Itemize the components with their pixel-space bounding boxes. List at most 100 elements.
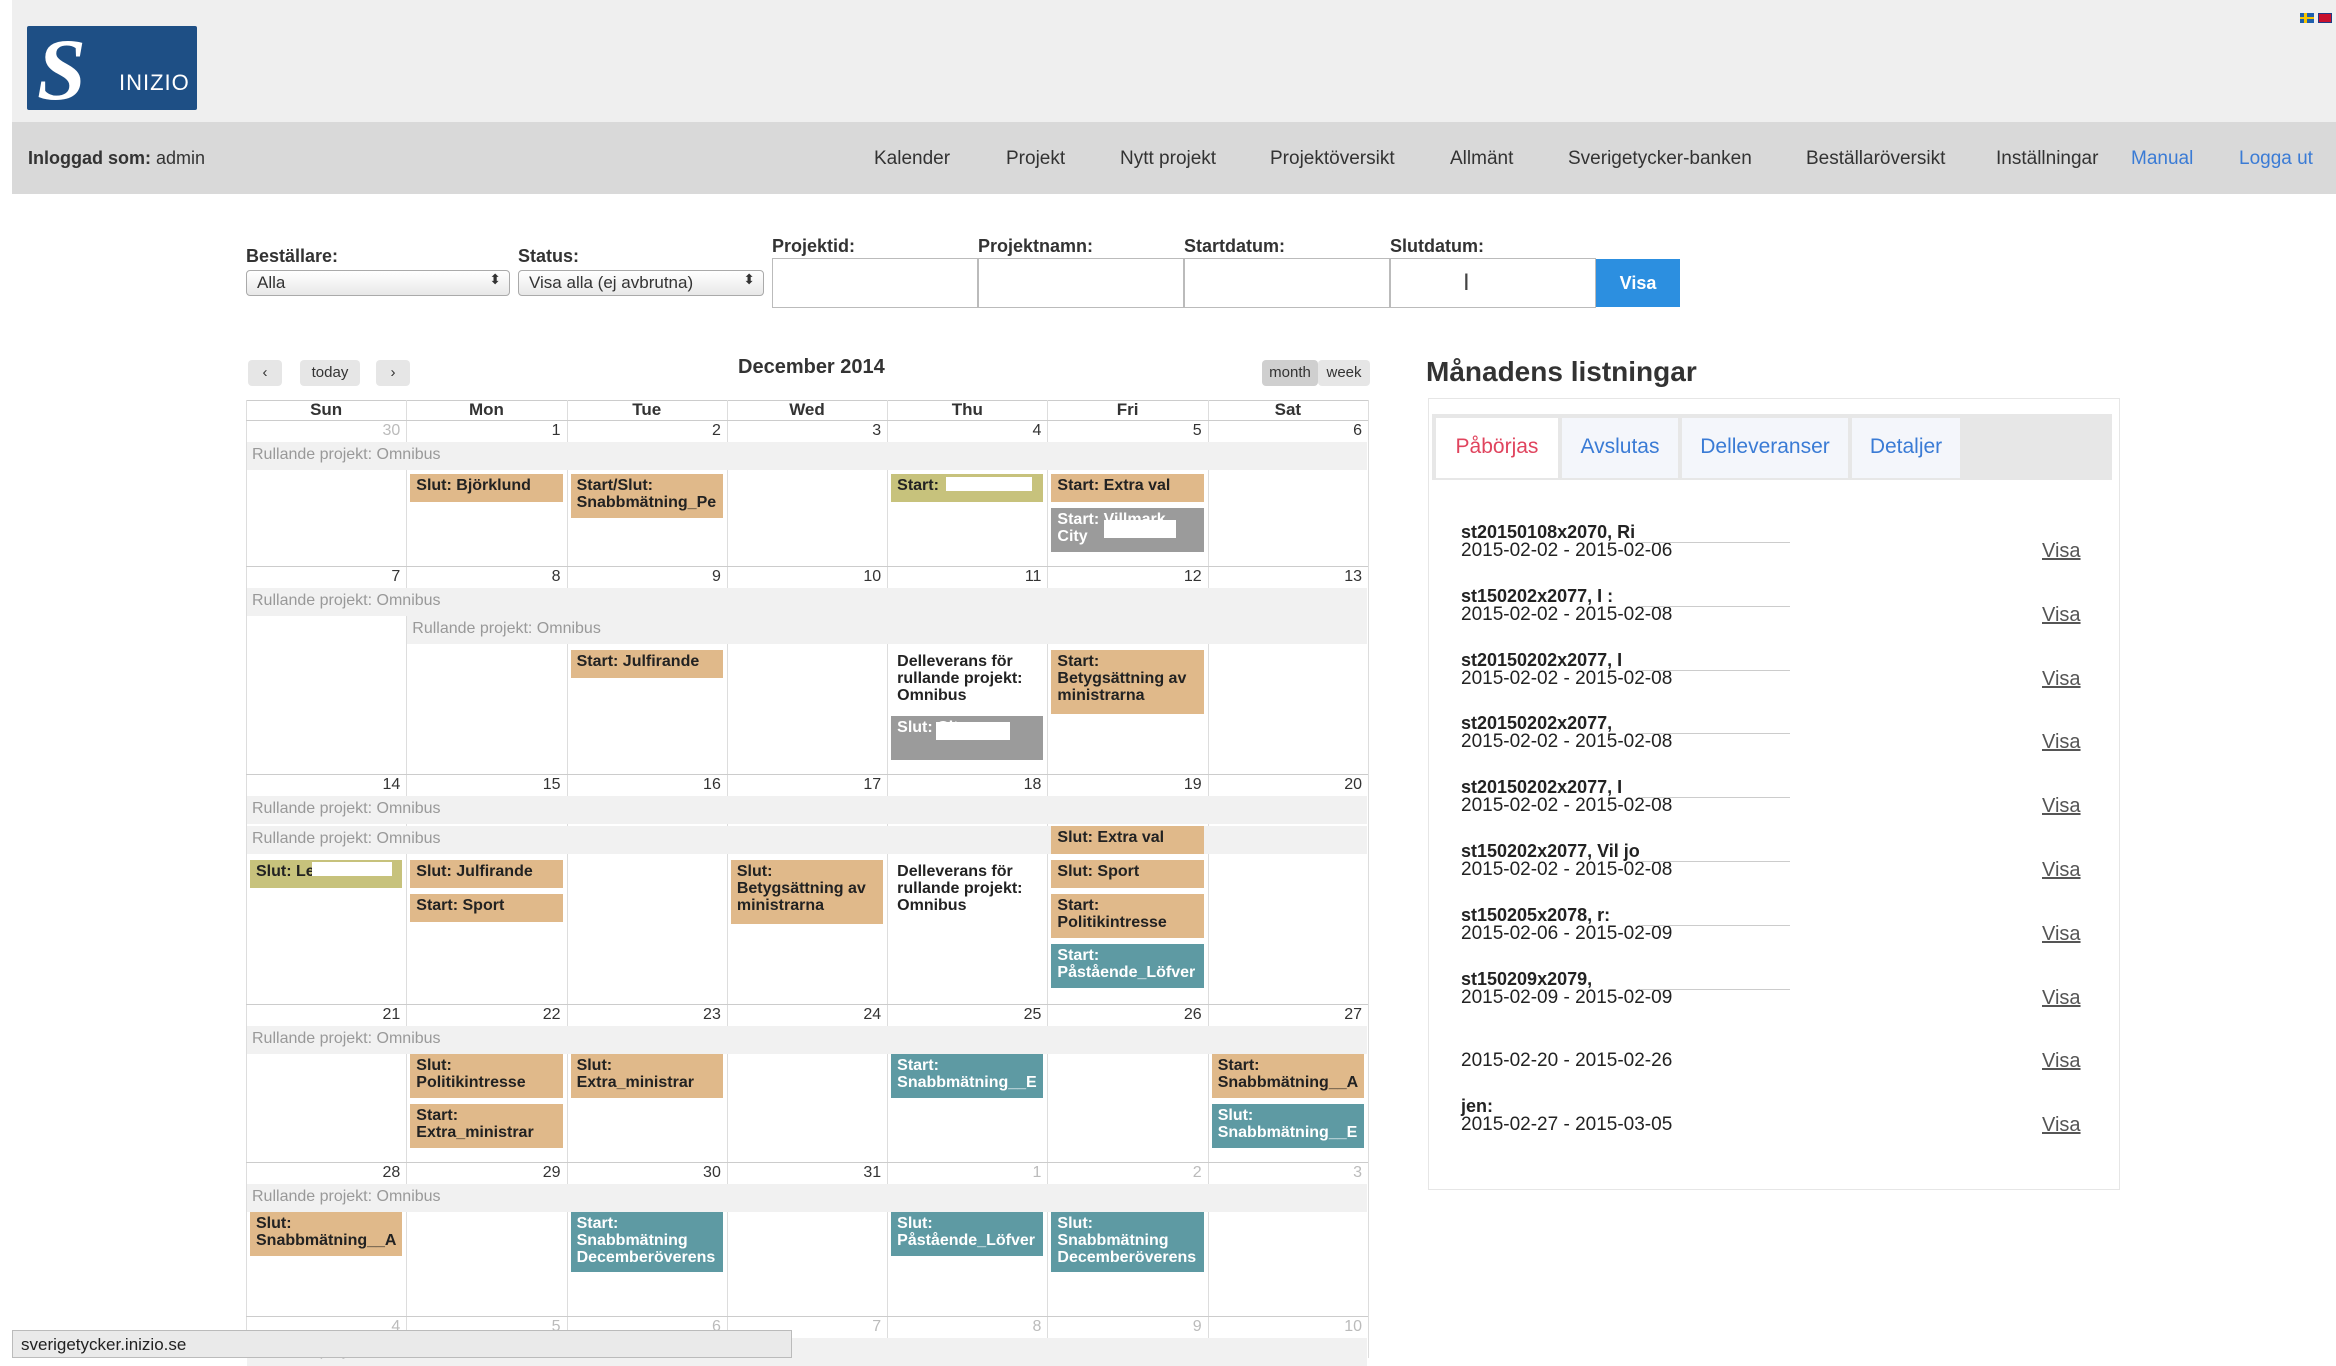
day-number[interactable]: 20 bbox=[1322, 776, 1362, 794]
projekttid-input[interactable] bbox=[772, 258, 978, 308]
calendar-event[interactable]: Slut: Björklund bbox=[410, 474, 563, 502]
day-number[interactable]: 27 bbox=[1322, 1006, 1362, 1024]
day-number[interactable]: 4 bbox=[1001, 422, 1042, 440]
nav-sverigetycker-banken[interactable]: Sverigetycker-banken bbox=[1568, 148, 1752, 170]
day-number[interactable]: 23 bbox=[681, 1006, 721, 1024]
calendar-event[interactable]: Start: Påstående_Löfver bbox=[1051, 944, 1204, 988]
calendar-event[interactable]: Start: Politikintresse bbox=[1051, 894, 1204, 938]
day-number[interactable]: 31 bbox=[841, 1164, 881, 1182]
bestallare-select[interactable]: Alla ⬍ bbox=[246, 270, 510, 296]
day-number[interactable]: 19 bbox=[1162, 776, 1202, 794]
tab-delleveranser[interactable]: Delleveranser bbox=[1682, 418, 1848, 478]
nav-kalender[interactable]: Kalender bbox=[874, 148, 950, 170]
calendar-event[interactable]: Start: Snabbmätning Decemberöverens bbox=[570, 1212, 723, 1272]
calendar-event[interactable]: Start: Extra_ministrar bbox=[410, 1104, 563, 1148]
month-view-button[interactable]: month bbox=[1262, 360, 1318, 386]
day-number[interactable]: 3 bbox=[1322, 1164, 1362, 1182]
calendar-event[interactable]: Slut: Snabbmätning__A bbox=[250, 1212, 403, 1256]
day-number[interactable]: 5 bbox=[1162, 422, 1202, 440]
day-number[interactable]: 3 bbox=[841, 422, 881, 440]
weekday-header[interactable]: Sun bbox=[246, 400, 406, 422]
projektnamn-input[interactable] bbox=[978, 258, 1184, 308]
calendar-event[interactable]: Slut: Snabbmätning__E bbox=[1211, 1104, 1364, 1148]
nav-manual[interactable]: Manual bbox=[2131, 148, 2193, 170]
day-number[interactable]: 1 bbox=[1001, 1164, 1042, 1182]
day-number[interactable]: 13 bbox=[1322, 568, 1362, 586]
day-number[interactable]: 2 bbox=[1162, 1164, 1202, 1182]
day-number[interactable]: 11 bbox=[1001, 568, 1042, 586]
listing-visa-link[interactable]: Visa bbox=[2042, 859, 2081, 882]
day-number[interactable]: 8 bbox=[521, 568, 561, 586]
next-month-button[interactable]: › bbox=[376, 360, 410, 386]
listing-visa-link[interactable]: Visa bbox=[2042, 731, 2081, 754]
calendar-event[interactable]: Slut: Snabbmätning Decemberöverens bbox=[1051, 1212, 1204, 1272]
day-number[interactable]: 10 bbox=[1322, 1318, 1362, 1336]
day-number[interactable]: 9 bbox=[681, 568, 721, 586]
listing-visa-link[interactable]: Visa bbox=[2042, 987, 2081, 1010]
day-number[interactable]: 17 bbox=[841, 776, 881, 794]
nav-bestallaroversikt[interactable]: Beställaröversikt bbox=[1806, 148, 1945, 170]
nav-installningar[interactable]: Inställningar bbox=[1996, 148, 2098, 170]
day-number[interactable]: 7 bbox=[360, 568, 400, 586]
weekday-header[interactable]: Fri bbox=[1047, 400, 1207, 422]
day-number[interactable]: 25 bbox=[1001, 1006, 1042, 1024]
calendar-event[interactable]: Slut: Betygsättning av ministrarna bbox=[730, 860, 884, 924]
tab-avslutas[interactable]: Avslutas bbox=[1562, 418, 1678, 478]
day-number[interactable]: 24 bbox=[841, 1006, 881, 1024]
day-number[interactable]: 30 bbox=[681, 1164, 721, 1182]
day-number[interactable]: 1 bbox=[521, 422, 561, 440]
week-view-button[interactable]: week bbox=[1318, 360, 1370, 386]
weekday-header[interactable]: Sat bbox=[1208, 400, 1368, 422]
today-button[interactable]: today bbox=[300, 360, 360, 386]
calendar-event[interactable]: Delleverans för rullande projekt: Omnibu… bbox=[891, 860, 1043, 920]
slutdatum-input[interactable]: I bbox=[1390, 258, 1596, 308]
listing-visa-link[interactable]: Visa bbox=[2042, 1114, 2081, 1137]
day-number[interactable]: 26 bbox=[1162, 1006, 1202, 1024]
day-number[interactable]: 18 bbox=[1001, 776, 1042, 794]
day-number[interactable]: 14 bbox=[360, 776, 400, 794]
listing-visa-link[interactable]: Visa bbox=[2042, 668, 2081, 691]
calendar-event[interactable]: Slut: Politikintresse bbox=[410, 1054, 563, 1098]
calendar-event[interactable]: Slut: Påstående_Löfver bbox=[891, 1212, 1044, 1256]
calendar-event[interactable]: Start: Julfirande bbox=[570, 650, 723, 678]
inizio-logo[interactable]: S INIZIO bbox=[27, 22, 197, 119]
tab-paborjas[interactable]: Påbörjas bbox=[1436, 418, 1558, 478]
prev-month-button[interactable]: ‹ bbox=[248, 360, 282, 386]
listing-visa-link[interactable]: Visa bbox=[2042, 795, 2081, 818]
calendar-event[interactable]: Slut: Sport bbox=[1051, 860, 1204, 888]
day-number[interactable]: 22 bbox=[521, 1006, 561, 1024]
calendar-event[interactable]: Slut: Extra val bbox=[1051, 826, 1204, 854]
calendar-event[interactable]: Start: Extra val bbox=[1051, 474, 1204, 502]
listing-visa-link[interactable]: Visa bbox=[2042, 540, 2081, 563]
nav-allmant[interactable]: Allmänt bbox=[1450, 148, 1513, 170]
calendar-event[interactable]: Slut: Julfirande bbox=[410, 860, 563, 888]
weekday-header[interactable]: Tue bbox=[567, 400, 727, 422]
listing-visa-link[interactable]: Visa bbox=[2042, 923, 2081, 946]
day-number[interactable]: 9 bbox=[1162, 1318, 1202, 1336]
calendar-event[interactable]: Start: Betygsättning av ministrarna bbox=[1051, 650, 1204, 714]
calendar-event[interactable]: Slut: Extra_ministrar bbox=[570, 1054, 723, 1098]
uk-flag-icon[interactable] bbox=[2318, 13, 2332, 23]
day-number[interactable]: 7 bbox=[841, 1318, 881, 1336]
calendar-event[interactable]: Start: Snabbmätning__A bbox=[1211, 1054, 1364, 1098]
visa-button[interactable]: Visa bbox=[1596, 259, 1680, 307]
startdatum-input[interactable] bbox=[1184, 258, 1390, 308]
weekday-header[interactable]: Wed bbox=[727, 400, 887, 422]
day-number[interactable]: 10 bbox=[841, 568, 881, 586]
day-number[interactable]: 21 bbox=[360, 1006, 400, 1024]
day-number[interactable]: 15 bbox=[521, 776, 561, 794]
day-number[interactable]: 28 bbox=[360, 1164, 400, 1182]
day-number[interactable]: 6 bbox=[1322, 422, 1362, 440]
weekday-header[interactable]: Thu bbox=[887, 400, 1047, 422]
calendar-event[interactable]: Delleverans för rullande projekt: Omnibu… bbox=[891, 650, 1043, 710]
day-number[interactable]: 2 bbox=[681, 422, 721, 440]
nav-projekt[interactable]: Projekt bbox=[1006, 148, 1065, 170]
nav-logga-ut[interactable]: Logga ut bbox=[2239, 148, 2313, 170]
calendar-event[interactable]: Start/Slut: Snabbmätning_Pe bbox=[570, 474, 723, 518]
tab-detaljer[interactable]: Detaljer bbox=[1852, 418, 1960, 478]
day-number[interactable]: 12 bbox=[1162, 568, 1202, 586]
nav-nytt-projekt[interactable]: Nytt projekt bbox=[1120, 148, 1216, 170]
listing-visa-link[interactable]: Visa bbox=[2042, 604, 2081, 627]
nav-projektoversikt[interactable]: Projektöversikt bbox=[1270, 148, 1395, 170]
day-number[interactable]: 30 bbox=[360, 422, 400, 440]
